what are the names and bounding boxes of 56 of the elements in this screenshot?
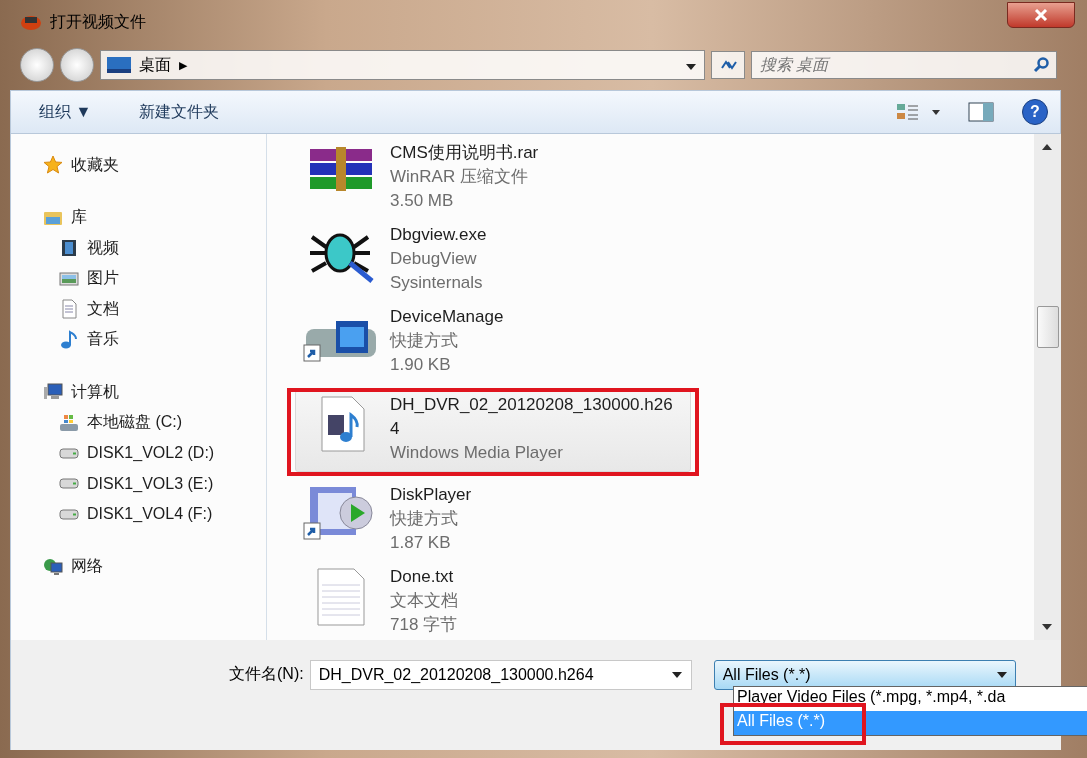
refresh-button[interactable] — [711, 51, 745, 79]
sidebar-item[interactable]: 库 — [11, 202, 266, 233]
file-type-option[interactable]: Player Video Files (*.mpg, *.mp4, *.da — [734, 687, 1087, 711]
music-icon — [59, 329, 79, 350]
sidebar-item[interactable]: 本地磁盘 (C:) — [11, 407, 266, 438]
scroll-up-icon[interactable] — [1042, 144, 1052, 150]
file-item[interactable]: CMS使用说明书.rar WinRAR 压缩文件 3.50 MB — [295, 138, 691, 220]
drive-icon — [59, 508, 79, 520]
star-icon — [43, 155, 63, 176]
filename-field[interactable]: DH_DVR_02_20120208_130000.h264 — [309, 660, 692, 690]
close-icon[interactable] — [1034, 9, 1048, 21]
scroll-down-icon[interactable] — [1042, 624, 1052, 630]
refresh-icon[interactable] — [719, 58, 737, 72]
breadcrumb-arrow[interactable]: ▶ — [179, 58, 188, 72]
help-button[interactable]: ? — [1022, 99, 1048, 125]
search-icon[interactable] — [1033, 57, 1049, 73]
sidebar-item[interactable]: DISK1_VOL2 (D:) — [11, 438, 266, 469]
sidebar-item[interactable]: 网络 — [11, 551, 266, 582]
sidebar-item[interactable]: DISK1_VOL4 (F:) — [11, 499, 266, 530]
drive-icon — [59, 478, 79, 490]
view-options-icon[interactable] — [896, 102, 940, 122]
organize-menu[interactable]: 组织 ▼ — [39, 101, 92, 123]
scroll-thumb[interactable] — [1037, 306, 1059, 348]
network-icon — [43, 556, 63, 577]
file-item[interactable]: Done.txt 文本文档 718 字节 — [295, 562, 691, 640]
window-title: 打开视频文件 — [50, 11, 146, 32]
sidebar-item[interactable]: DISK1_VOL3 (E:) — [11, 468, 266, 499]
preview-pane-icon[interactable] — [968, 102, 994, 122]
sysdrive-icon — [59, 412, 79, 433]
sidebar-item[interactable]: 视频 — [11, 233, 266, 264]
close-button[interactable] — [1007, 2, 1075, 28]
drive-icon — [59, 447, 79, 459]
sidebar-item[interactable]: 音乐 — [11, 324, 266, 355]
new-folder-button[interactable]: 新建文件夹 — [139, 101, 220, 123]
scrollbar[interactable] — [1034, 134, 1061, 640]
address-location[interactable]: 桌面 — [139, 54, 171, 76]
forward-button[interactable] — [60, 48, 94, 82]
file-item[interactable]: DeviceManage 快捷方式 1.90 KB — [295, 302, 691, 384]
filename-label: 文件名(N): — [229, 664, 304, 684]
file-item[interactable]: DiskPlayer 快捷方式 1.87 KB — [295, 480, 691, 562]
dropdown-arrow-icon[interactable] — [671, 672, 682, 678]
search-field[interactable]: 搜索 桌面 — [751, 51, 1057, 79]
file-item[interactable]: DH_DVR_02_20120208_130000.h264 Windows Media Player — [295, 390, 691, 472]
sidebar-item[interactable]: 文档 — [11, 294, 266, 325]
sidebar-item[interactable]: 计算机 — [11, 377, 266, 408]
video-icon — [59, 238, 79, 259]
dropdown-arrow-icon[interactable] — [686, 64, 696, 70]
address-bar[interactable]: 桌面 ▶ — [100, 50, 705, 80]
document-icon — [59, 299, 79, 320]
app-icon — [20, 13, 42, 31]
back-button[interactable] — [20, 48, 54, 82]
sidebar-item[interactable]: 图片 — [11, 263, 266, 294]
file-item[interactable]: Dbgview.exe DebugView Sysinternals — [295, 220, 691, 302]
sidebar-item[interactable]: 收藏夹 — [11, 150, 266, 181]
desktop-icon — [107, 57, 131, 73]
dropdown-arrow-icon[interactable] — [996, 672, 1007, 678]
